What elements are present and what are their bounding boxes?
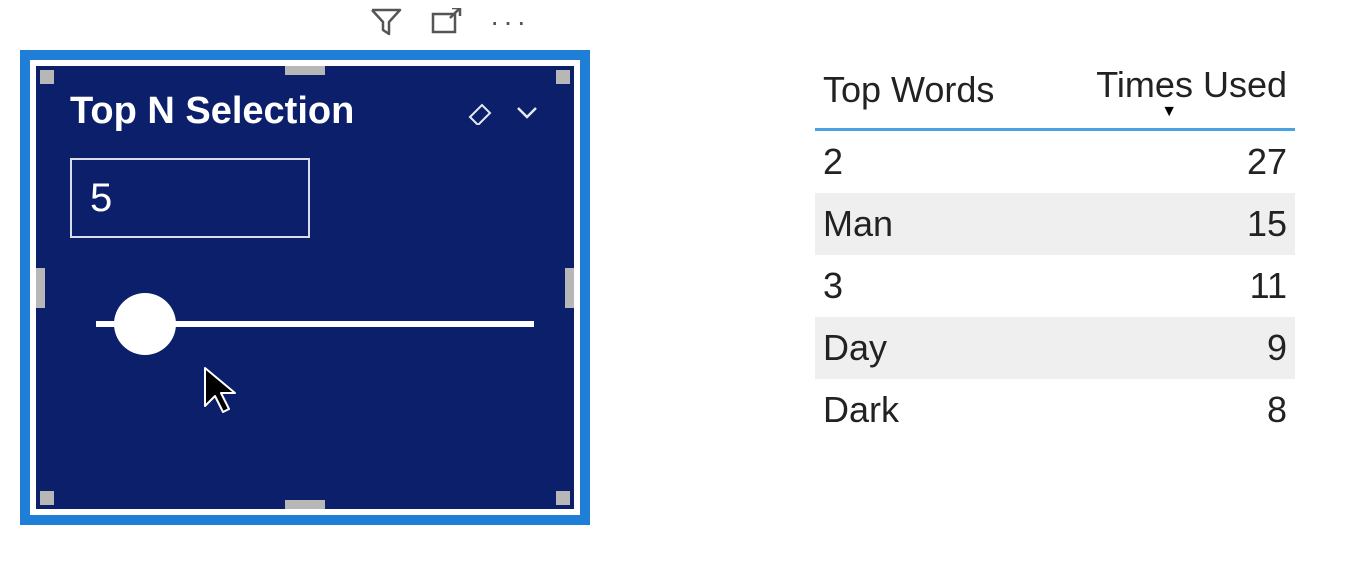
filter-icon[interactable] — [370, 8, 402, 36]
sort-desc-icon: ▼ — [1051, 108, 1287, 116]
cell-word: 3 — [815, 255, 1043, 317]
top-n-input[interactable] — [70, 158, 310, 238]
chevron-down-icon[interactable] — [514, 102, 540, 122]
table-row[interactable]: 2 27 — [815, 130, 1295, 194]
column-header-top-words[interactable]: Top Words — [815, 58, 1043, 130]
more-options-icon[interactable]: ··· — [490, 8, 530, 36]
cell-word: Dark — [815, 379, 1043, 441]
cell-word: Man — [815, 193, 1043, 255]
slicer-visual[interactable]: Top N Selection — [20, 50, 590, 525]
resize-handle[interactable] — [548, 70, 570, 92]
resize-handle[interactable] — [285, 500, 325, 509]
table-row[interactable]: Man 15 — [815, 193, 1295, 255]
column-header-times-used[interactable]: Times Used ▼ — [1043, 58, 1295, 130]
top-n-slider[interactable] — [96, 321, 534, 327]
column-label: Top Words — [823, 69, 994, 110]
table-row[interactable]: Day 9 — [815, 317, 1295, 379]
cursor-icon — [201, 366, 241, 421]
slicer-title: Top N Selection — [70, 90, 354, 133]
resize-handle[interactable] — [548, 483, 570, 505]
table-row[interactable]: 3 11 — [815, 255, 1295, 317]
table-row[interactable]: Dark 8 — [815, 379, 1295, 441]
slicer-body: Top N Selection — [36, 66, 574, 509]
cell-count: 11 — [1043, 255, 1295, 317]
eraser-icon[interactable] — [464, 99, 494, 125]
cell-word: 2 — [815, 130, 1043, 194]
column-label: Times Used — [1096, 64, 1287, 105]
resize-handle[interactable] — [40, 483, 62, 505]
resize-handle[interactable] — [565, 268, 574, 308]
slider-thumb[interactable] — [114, 293, 176, 355]
cell-count: 15 — [1043, 193, 1295, 255]
cell-count: 8 — [1043, 379, 1295, 441]
resize-handle[interactable] — [40, 70, 62, 92]
focus-mode-icon[interactable] — [430, 8, 462, 36]
resize-handle[interactable] — [36, 268, 45, 308]
cell-count: 27 — [1043, 130, 1295, 194]
resize-handle[interactable] — [285, 66, 325, 75]
cell-word: Day — [815, 317, 1043, 379]
visual-header: ··· — [370, 8, 530, 36]
words-table: Top Words Times Used ▼ 2 27 Man 15 3 11 — [815, 58, 1295, 441]
cell-count: 9 — [1043, 317, 1295, 379]
